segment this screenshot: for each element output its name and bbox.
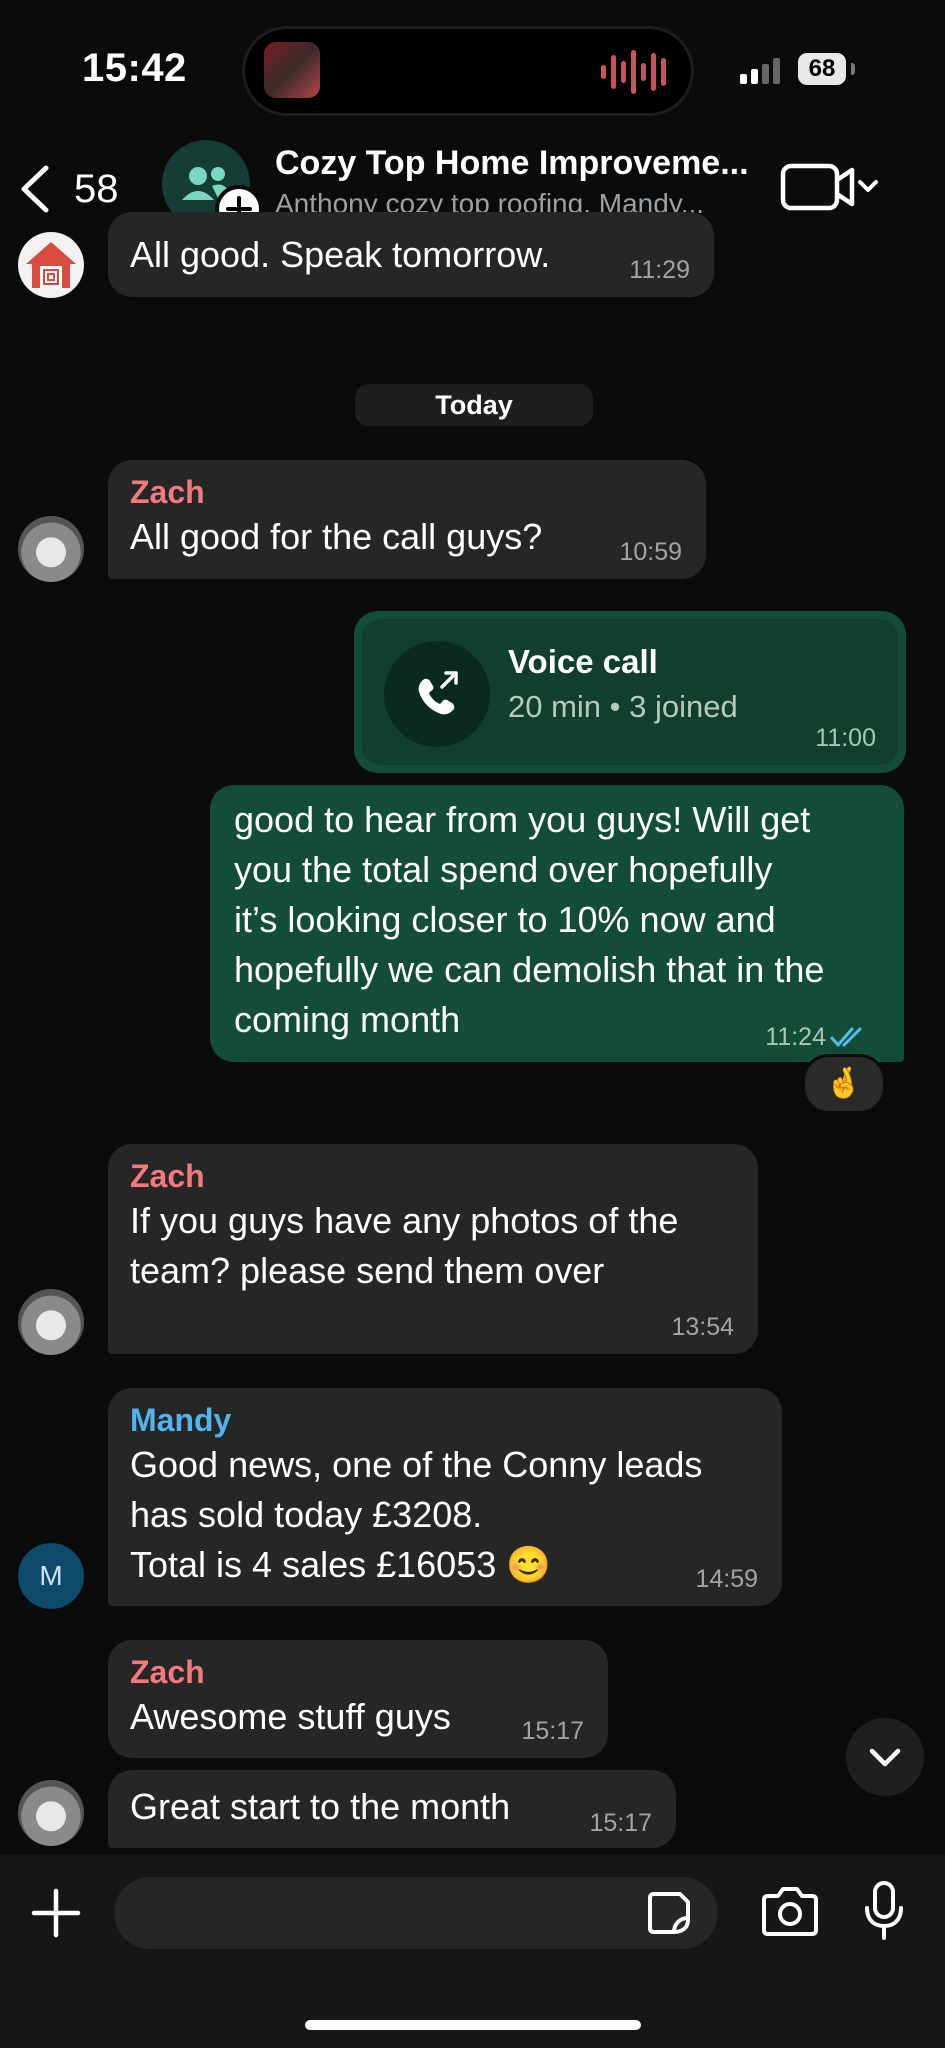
- sticker-icon[interactable]: [644, 1888, 694, 1938]
- voice-call-bubble[interactable]: Voice call 20 min • 3 joined 11:00: [354, 611, 906, 773]
- sender-name: Zach: [130, 1654, 205, 1690]
- message-input[interactable]: [114, 1877, 718, 1949]
- outgoing-call-icon: [418, 671, 458, 715]
- house-logo-icon: [26, 242, 76, 288]
- voice-call-title: Voice call: [508, 643, 658, 680]
- unread-count: 58: [74, 166, 119, 211]
- video-camera-icon: [780, 163, 878, 211]
- voice-call-card[interactable]: Voice call 20 min • 3 joined 11:00: [362, 619, 898, 765]
- cellular-signal-icon: [740, 58, 780, 84]
- battery-icon: 68: [798, 53, 846, 85]
- message-text: good to hear from you guys! Will get you…: [234, 795, 824, 1045]
- sender-name: Zach: [130, 474, 205, 510]
- chat-title[interactable]: Cozy Top Home Improveme...: [275, 144, 749, 183]
- plus-icon[interactable]: [28, 1885, 84, 1941]
- sender-avatar[interactable]: [18, 1289, 84, 1355]
- message-time: 11:24: [765, 1023, 826, 1051]
- message-bubble[interactable]: good to hear from you guys! Will get you…: [210, 785, 904, 1062]
- message-text: All good. Speak tomorrow.: [130, 234, 551, 275]
- message-bubble[interactable]: Zach All good for the call guys? 10:59: [108, 460, 706, 579]
- sender-name: Zach: [130, 1158, 205, 1194]
- message-composer: [0, 1854, 945, 2048]
- scroll-to-bottom-button[interactable]: [846, 1718, 924, 1796]
- video-call-button[interactable]: [780, 158, 880, 218]
- call-icon-circle: [384, 641, 490, 747]
- message-time: 13:54: [671, 1313, 734, 1341]
- message-line: hopefully we can demolish that in the: [234, 949, 825, 990]
- date-divider: Today: [355, 384, 593, 426]
- message-line: good to hear from you guys! Will get: [234, 799, 811, 840]
- message-bubble[interactable]: Zach Awesome stuff guys 15:17: [108, 1640, 608, 1758]
- message-text: Great start to the month: [130, 1786, 511, 1827]
- battery-tip: [851, 63, 855, 75]
- sender-name: Mandy: [130, 1402, 232, 1438]
- message-time: 14:59: [695, 1565, 758, 1593]
- message-text: If you guys have any photos of the team?…: [130, 1196, 678, 1296]
- message-time: 15:17: [521, 1717, 584, 1745]
- message-line: Total is 4 sales £16053 😊: [130, 1544, 552, 1585]
- back-button[interactable]: 58: [18, 154, 119, 224]
- sender-avatar[interactable]: [18, 232, 84, 298]
- message-line: If you guys have any photos of the: [130, 1200, 679, 1241]
- now-playing-artwork: [264, 42, 320, 98]
- message-bubble[interactable]: Great start to the month 15:17: [108, 1770, 676, 1848]
- message-line: Good news, one of the Conny leads: [130, 1444, 703, 1485]
- message-text: All good for the call guys?: [130, 516, 543, 557]
- message-bubble[interactable]: All good. Speak tomorrow. 11:29: [108, 212, 714, 297]
- message-line: team? please send them over: [130, 1250, 605, 1291]
- microphone-icon[interactable]: [862, 1880, 906, 1944]
- message-time: 10:59: [619, 538, 682, 566]
- message-line: you the total spend over hopefully: [234, 849, 773, 890]
- camera-icon[interactable]: [758, 1884, 822, 1940]
- audio-waveform-icon: [601, 50, 666, 94]
- sender-avatar[interactable]: [18, 1780, 84, 1846]
- chevron-left-icon: [21, 165, 49, 213]
- message-line: has sold today £3208.: [130, 1494, 483, 1535]
- message-line: it’s looking closer to 10% now and: [234, 899, 776, 940]
- sender-avatar[interactable]: [18, 516, 84, 582]
- dynamic-island[interactable]: [242, 26, 694, 116]
- status-time: 15:42: [82, 46, 187, 90]
- message-time: 11:00: [815, 724, 876, 752]
- home-indicator[interactable]: [305, 2020, 641, 2030]
- message-bubble[interactable]: Mandy Good news, one of the Conny leads …: [108, 1388, 782, 1606]
- voice-call-details: 20 min • 3 joined: [508, 689, 738, 724]
- read-receipt-icon: [830, 1027, 862, 1047]
- message-reaction[interactable]: 🤞: [802, 1054, 886, 1114]
- sender-avatar[interactable]: M: [18, 1543, 84, 1609]
- message-text: Awesome stuff guys: [130, 1696, 451, 1737]
- message-text: Good news, one of the Conny leads has so…: [130, 1440, 702, 1590]
- status-bar: 15:42 68: [0, 0, 945, 140]
- chevron-down-icon: [869, 1748, 901, 1767]
- message-bubble[interactable]: Zach If you guys have any photos of the …: [108, 1144, 758, 1354]
- message-time: 15:17: [589, 1809, 652, 1837]
- message-time: 11:29: [629, 256, 690, 284]
- message-line: coming month: [234, 999, 461, 1040]
